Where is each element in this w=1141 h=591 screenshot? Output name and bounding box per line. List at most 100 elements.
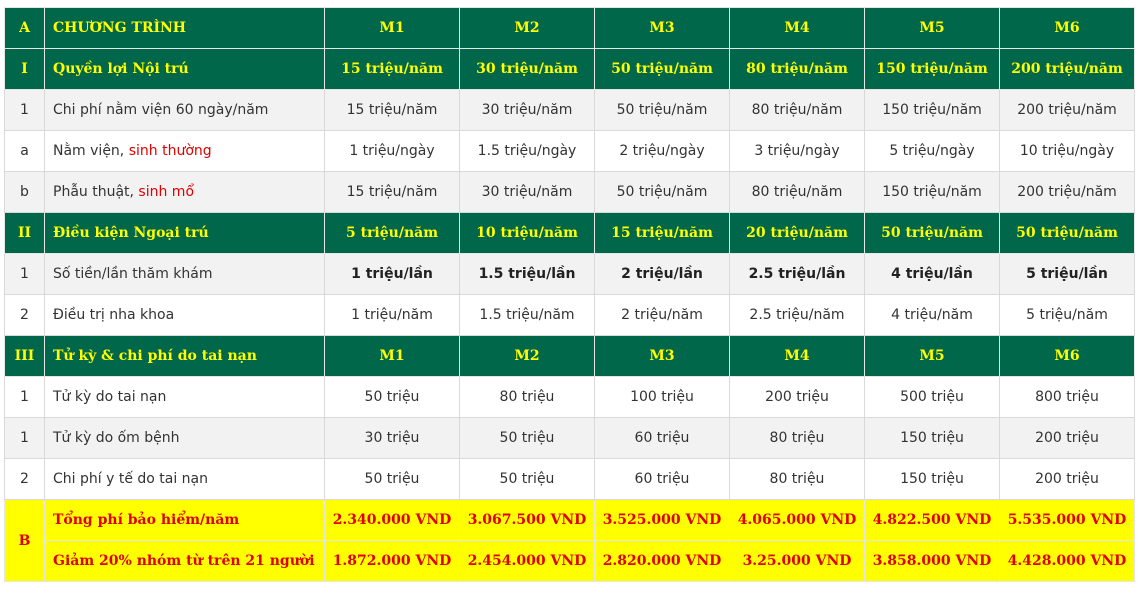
plan-header: M2 xyxy=(459,7,595,49)
section-value: M1 xyxy=(324,335,460,377)
cell-value: 50 triệu xyxy=(459,458,595,500)
section-value: M5 xyxy=(864,335,1000,377)
insurance-plan-table: A CHƯƠNG TRÌNH M1 M2 M3 M4 M5 M6 I Quyền… xyxy=(4,7,1135,582)
cell-value: 50 triệu/năm xyxy=(594,89,730,131)
cell-value: 80 triệu xyxy=(459,376,595,418)
cell-value: 200 triệu xyxy=(729,376,865,418)
cell-value: 50 triệu xyxy=(324,458,460,500)
section-value: M6 xyxy=(999,335,1135,377)
section-header-accident: III Tử kỳ & chi phí do tai nạn M1 M2 M3 … xyxy=(4,335,1135,377)
cell-value: 4 triệu/năm xyxy=(864,294,1000,336)
cell-value: 4 triệu/lần xyxy=(864,253,1000,295)
table-row: 1 Số tiền/lần thăm khám 1 triệu/lần 1.5 … xyxy=(4,253,1135,295)
cell-value: 60 triệu xyxy=(594,417,730,459)
fee-value: 5.535.000 VND xyxy=(999,499,1135,541)
cell-value: 50 triệu/năm xyxy=(594,171,730,213)
section-value: 80 triệu/năm xyxy=(729,48,865,90)
table-header-row: A CHƯƠNG TRÌNH M1 M2 M3 M4 M5 M6 xyxy=(4,7,1135,49)
cell-value: 2.5 triệu/năm xyxy=(729,294,865,336)
row-label-text: Phẫu thuật, xyxy=(53,184,139,200)
header-title: CHƯƠNG TRÌNH xyxy=(44,7,325,49)
cell-value: 15 triệu/năm xyxy=(324,171,460,213)
fee-value: 1.872.000 VND xyxy=(324,540,460,582)
cell-value: 15 triệu/năm xyxy=(324,89,460,131)
cell-value: 2 triệu/năm xyxy=(594,294,730,336)
cell-value: 150 triệu xyxy=(864,458,1000,500)
row-label-text: Chi phí nằm viện 60 ngày/năm xyxy=(53,102,269,118)
section-value: 30 triệu/năm xyxy=(459,48,595,90)
cell-value: 100 triệu xyxy=(594,376,730,418)
cell-value: 50 triệu xyxy=(324,376,460,418)
cell-value: 1 triệu/ngày xyxy=(324,130,460,172)
cell-value: 150 triệu/năm xyxy=(864,89,1000,131)
section-value: 50 triệu/năm xyxy=(999,212,1135,254)
section-value: 5 triệu/năm xyxy=(324,212,460,254)
section-value: 20 triệu/năm xyxy=(729,212,865,254)
section-title: Quyền lợi Nội trú xyxy=(44,48,325,90)
table-row: 2 Điều trị nha khoa 1 triệu/năm 1.5 triệ… xyxy=(4,294,1135,336)
row-code: 1 xyxy=(4,376,45,418)
discount-fee-row: Giảm 20% nhóm từ trên 21 người 1.872.000… xyxy=(5,540,1135,582)
plan-header: M1 xyxy=(324,7,460,49)
row-code: 2 xyxy=(4,458,45,500)
fee-value: 2.454.000 VND xyxy=(459,540,595,582)
cell-value: 5 triệu/lần xyxy=(999,253,1135,295)
cell-value: 200 triệu xyxy=(999,417,1135,459)
row-label: Số tiền/lần thăm khám xyxy=(44,253,325,295)
section-title: Tử kỳ & chi phí do tai nạn xyxy=(44,335,325,377)
fee-value: 4.065.000 VND xyxy=(729,499,865,541)
table-row: 2 Chi phí y tế do tai nạn 50 triệu 50 tr… xyxy=(4,458,1135,500)
section-title: Điều kiện Ngoại trú xyxy=(44,212,325,254)
section-value: M3 xyxy=(594,335,730,377)
table-row: b Phẫu thuật, sinh mổ 15 triệu/năm 30 tr… xyxy=(4,171,1135,213)
cell-value: 60 triệu xyxy=(594,458,730,500)
section-value: 200 triệu/năm xyxy=(999,48,1135,90)
cell-value: 80 triệu/năm xyxy=(729,89,865,131)
section-value: 50 triệu/năm xyxy=(594,48,730,90)
cell-value: 1 triệu/lần xyxy=(324,253,460,295)
discount-fee-label: Giảm 20% nhóm từ trên 21 người xyxy=(44,540,325,582)
cell-value: 1.5 triệu/ngày xyxy=(459,130,595,172)
section-value: 50 triệu/năm xyxy=(864,212,1000,254)
fee-value: 4.428.000 VND xyxy=(999,540,1135,582)
fee-value: 2.340.000 VND xyxy=(324,499,460,541)
row-code: 2 xyxy=(4,294,45,336)
row-label-highlight: sinh thường xyxy=(128,143,212,159)
section-header-outpatient: II Điều kiện Ngoại trú 5 triệu/năm 10 tr… xyxy=(4,212,1135,254)
row-label: Tử kỳ do tai nạn xyxy=(44,376,325,418)
table-row: 1 Tử kỳ do tai nạn 50 triệu 80 triệu 100… xyxy=(4,376,1135,418)
cell-value: 5 triệu/năm xyxy=(999,294,1135,336)
row-code: III xyxy=(4,335,45,377)
row-label: Phẫu thuật, sinh mổ xyxy=(44,171,325,213)
cell-value: 200 triệu xyxy=(999,458,1135,500)
row-code: I xyxy=(4,48,45,90)
fee-value: 3.525.000 VND xyxy=(594,499,730,541)
row-label: Tử kỳ do ốm bệnh xyxy=(44,417,325,459)
table-row: a Nằm viện, sinh thường 1 triệu/ngày 1.5… xyxy=(4,130,1135,172)
row-label: Chi phí nằm viện 60 ngày/năm xyxy=(44,89,325,131)
fee-value: 2.820.000 VND xyxy=(594,540,730,582)
cell-value: 10 triệu/ngày xyxy=(999,130,1135,172)
table-row: 1 Tử kỳ do ốm bệnh 30 triệu 50 triệu 60 … xyxy=(4,417,1135,459)
cell-value: 50 triệu xyxy=(459,417,595,459)
row-code: 1 xyxy=(4,89,45,131)
cell-value: 1.5 triệu/năm xyxy=(459,294,595,336)
cell-value: 1.5 triệu/lần xyxy=(459,253,595,295)
row-code: a xyxy=(4,130,45,172)
row-label-text: Nằm viện, xyxy=(53,143,129,159)
row-label: Chi phí y tế do tai nạn xyxy=(44,458,325,500)
section-value: 15 triệu/năm xyxy=(324,48,460,90)
cell-value: 30 triệu/năm xyxy=(459,171,595,213)
plan-header: M5 xyxy=(864,7,1000,49)
table-row: 1 Chi phí nằm viện 60 ngày/năm 15 triệu/… xyxy=(4,89,1135,131)
row-label: Nằm viện, sinh thường xyxy=(44,130,325,172)
row-code: 1 xyxy=(4,417,45,459)
section-value: 150 triệu/năm xyxy=(864,48,1000,90)
section-value: 10 triệu/năm xyxy=(459,212,595,254)
cell-value: 5 triệu/ngày xyxy=(864,130,1000,172)
fee-value: 3.25.000 VND xyxy=(729,540,865,582)
cell-value: 2 triệu/lần xyxy=(594,253,730,295)
total-fee-label: Tổng phí bảo hiểm/năm xyxy=(44,499,325,541)
section-value: 15 triệu/năm xyxy=(594,212,730,254)
cell-value: 2 triệu/ngày xyxy=(594,130,730,172)
